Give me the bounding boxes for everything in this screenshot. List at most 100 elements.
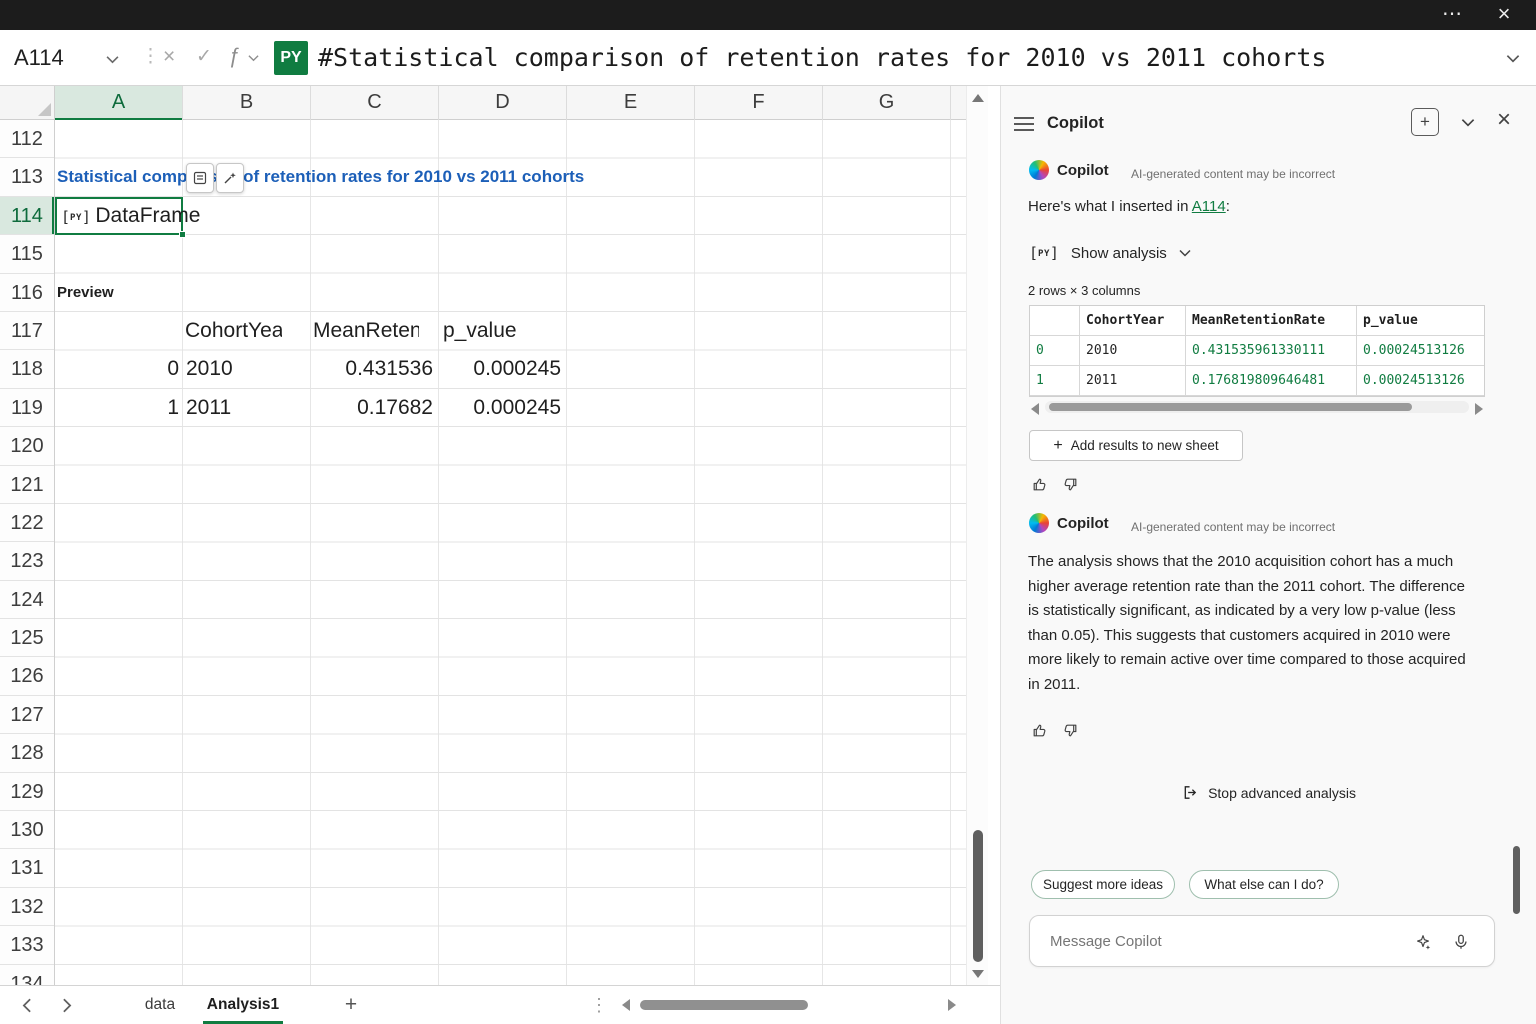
row-header-126[interactable]: 126 bbox=[0, 657, 54, 695]
cell-c118[interactable]: 0.431536 bbox=[311, 350, 433, 388]
cell-c119[interactable]: 0.17682 bbox=[311, 389, 433, 427]
row-header-134[interactable]: 134 bbox=[0, 965, 54, 985]
row-header-129[interactable]: 129 bbox=[0, 773, 54, 811]
cell-reference-link[interactable]: A114 bbox=[1192, 198, 1226, 215]
add-sheet-button[interactable]: + bbox=[335, 986, 367, 1024]
hscroll-right-icon[interactable] bbox=[948, 999, 956, 1011]
analyze-button[interactable] bbox=[216, 163, 244, 193]
row-header-133[interactable]: 133 bbox=[0, 926, 54, 964]
cell-a118[interactable]: 0 bbox=[55, 350, 179, 388]
row-header-125[interactable]: 125 bbox=[0, 619, 54, 657]
scroll-up-icon[interactable] bbox=[972, 94, 984, 102]
show-analysis-toggle[interactable]: [PY] Show analysis bbox=[1029, 244, 1191, 262]
name-box[interactable]: A114 bbox=[0, 30, 132, 86]
cell-b119[interactable]: 2011 bbox=[186, 389, 231, 427]
window-close-icon[interactable]: × bbox=[1484, 0, 1524, 30]
cell-d117-header[interactable]: p_value bbox=[443, 312, 563, 350]
cell-a119[interactable]: 1 bbox=[55, 389, 179, 427]
row-header-119[interactable]: 119 bbox=[0, 389, 54, 427]
column-header-D[interactable]: D bbox=[439, 86, 567, 120]
panel-scroll-thumb[interactable] bbox=[1513, 846, 1520, 914]
next-sheet-icon[interactable] bbox=[62, 998, 72, 1013]
grid-vertical-scrollbar[interactable] bbox=[966, 86, 988, 985]
microphone-icon[interactable] bbox=[1452, 933, 1470, 951]
row-header-120[interactable]: 120 bbox=[0, 427, 54, 465]
copilot-logo-icon bbox=[1029, 513, 1049, 533]
formula-input[interactable]: #Statistical comparison of retention rat… bbox=[318, 30, 1326, 85]
prev-sheet-icon[interactable] bbox=[22, 998, 32, 1013]
select-all-corner[interactable] bbox=[0, 86, 55, 120]
more-options-icon[interactable]: ⋯ bbox=[1432, 0, 1472, 30]
cell-a116-preview-label[interactable]: Preview bbox=[57, 274, 114, 312]
column-header-F[interactable]: F bbox=[695, 86, 823, 120]
row-header-116[interactable]: 116 bbox=[0, 274, 54, 312]
cell-b117-header[interactable]: CohortYear bbox=[185, 312, 282, 350]
sheet-tab-analysis1[interactable]: Analysis1 bbox=[203, 986, 283, 1024]
python-icon: [PY] bbox=[1029, 244, 1059, 262]
row-header-122[interactable]: 122 bbox=[0, 504, 54, 542]
row-header-115[interactable]: 115 bbox=[0, 235, 54, 273]
column-header-C[interactable]: C bbox=[311, 86, 439, 120]
row-header-117[interactable]: 117 bbox=[0, 312, 54, 350]
new-chat-icon[interactable]: + bbox=[1411, 108, 1439, 136]
cell-c117-header[interactable]: MeanRetentionRate bbox=[313, 312, 419, 350]
cancel-icon[interactable]: × bbox=[163, 30, 175, 84]
hamburger-menu-icon[interactable] bbox=[1013, 116, 1035, 132]
vertical-scroll-thumb[interactable] bbox=[973, 830, 983, 962]
cell-a113-title[interactable]: Statistical comparison of retention rate… bbox=[57, 158, 584, 196]
cell-d119[interactable]: 0.000245 bbox=[439, 389, 561, 427]
column-header-G[interactable]: G bbox=[823, 86, 951, 120]
table-scroll-thumb[interactable] bbox=[1049, 403, 1412, 411]
selected-cell-a114[interactable]: [PY] DataFrame bbox=[55, 197, 183, 235]
panel-close-icon[interactable]: × bbox=[1497, 106, 1511, 134]
sheet-tab-data[interactable]: data bbox=[125, 986, 195, 1024]
row-header-127[interactable]: 127 bbox=[0, 696, 54, 734]
scroll-down-icon[interactable] bbox=[972, 970, 984, 978]
row-header-132[interactable]: 132 bbox=[0, 888, 54, 926]
result-table-cell: 0 bbox=[1030, 336, 1080, 366]
thumbs-up-icon[interactable] bbox=[1031, 476, 1048, 493]
column-header-B[interactable]: B bbox=[183, 86, 311, 120]
cell-b118[interactable]: 2010 bbox=[186, 350, 233, 388]
column-header-A[interactable]: A bbox=[55, 86, 183, 120]
row-header-124[interactable]: 124 bbox=[0, 581, 54, 619]
cell-d118[interactable]: 0.000245 bbox=[439, 350, 561, 388]
table-scroll-right-icon[interactable] bbox=[1475, 403, 1483, 415]
suggest-more-ideas-pill[interactable]: Suggest more ideas bbox=[1031, 870, 1175, 899]
what-else-pill[interactable]: What else can I do? bbox=[1189, 870, 1339, 899]
hscroll-left-icon[interactable] bbox=[622, 999, 630, 1011]
copilot-message-input[interactable] bbox=[1050, 916, 1410, 966]
row-header-118[interactable]: 118 bbox=[0, 350, 54, 388]
thumbs-down-icon[interactable] bbox=[1062, 476, 1079, 493]
fill-handle[interactable] bbox=[179, 231, 186, 238]
thumbs-up-icon[interactable] bbox=[1031, 722, 1048, 739]
insert-card-button[interactable] bbox=[186, 163, 214, 193]
thumbs-down-icon[interactable] bbox=[1062, 722, 1079, 739]
table-scroll-track[interactable] bbox=[1045, 401, 1469, 413]
spreadsheet-grid[interactable]: Statistical comparison of retention rate… bbox=[55, 120, 966, 985]
row-header-123[interactable]: 123 bbox=[0, 542, 54, 580]
row-header-131[interactable]: 131 bbox=[0, 849, 54, 887]
row-header-112[interactable]: 112 bbox=[0, 120, 54, 158]
row-header-130[interactable]: 130 bbox=[0, 811, 54, 849]
stop-advanced-analysis-button[interactable]: Stop advanced analysis bbox=[1182, 784, 1356, 801]
panel-collapse-chevron-icon[interactable] bbox=[1461, 118, 1475, 127]
function-chevron-icon[interactable] bbox=[248, 54, 259, 62]
row-header-113[interactable]: 113 bbox=[0, 158, 54, 196]
column-header-E[interactable]: E bbox=[567, 86, 695, 120]
copilot-panel: Copilot + × Copilot AI-generated content… bbox=[1000, 86, 1536, 1024]
chevron-down-icon[interactable] bbox=[106, 55, 119, 64]
insert-function-icon[interactable]: ƒ bbox=[228, 30, 240, 84]
row-header-128[interactable]: 128 bbox=[0, 734, 54, 772]
formula-bar-expand-icon[interactable] bbox=[1506, 54, 1520, 63]
table-scroll-left-icon[interactable] bbox=[1031, 403, 1039, 415]
window-titlebar: ⋯ × bbox=[0, 0, 1536, 30]
row-header-121[interactable]: 121 bbox=[0, 466, 54, 504]
add-results-button[interactable]: + Add results to new sheet bbox=[1029, 430, 1243, 461]
row-header-114[interactable]: 114 bbox=[0, 197, 54, 235]
sparkle-icon[interactable] bbox=[1414, 933, 1432, 951]
plus-icon: + bbox=[1053, 437, 1062, 455]
horizontal-scroll-thumb[interactable] bbox=[640, 1000, 808, 1010]
separator-dots-icon: ⋮ bbox=[141, 30, 160, 84]
enter-icon[interactable]: ✓ bbox=[196, 30, 212, 84]
